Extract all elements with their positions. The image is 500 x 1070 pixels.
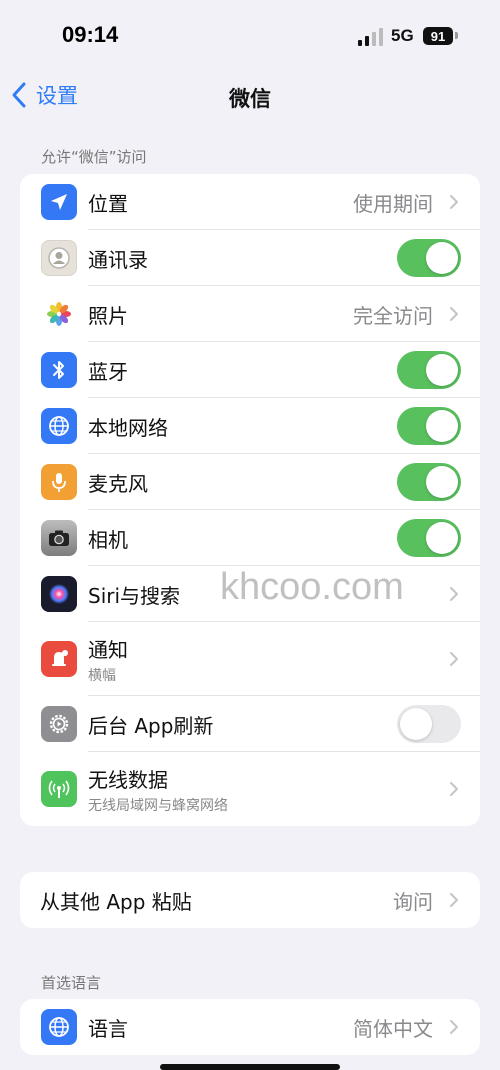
location-arrow-icon xyxy=(41,184,77,220)
photos-icon xyxy=(41,296,77,332)
page-title: 微信 xyxy=(229,87,271,111)
battery-level: 91 xyxy=(430,28,446,44)
row-value: 询问 xyxy=(393,889,433,914)
language-card: 语言 简体中文 xyxy=(20,999,480,1055)
chevron-right-icon xyxy=(450,652,458,666)
chevron-right-icon xyxy=(450,587,458,601)
row-microphone[interactable]: 麦克风 xyxy=(20,454,480,510)
section-header-access: 允许“微信”访问 xyxy=(41,148,147,166)
bluetooth-icon xyxy=(41,352,77,388)
watermark: khcoo.com xyxy=(220,566,404,608)
camera-toggle[interactable] xyxy=(397,519,461,557)
local-network-toggle[interactable] xyxy=(397,407,461,445)
row-label: 通讯录 xyxy=(88,247,148,272)
battery-indicator: 91 xyxy=(423,27,453,45)
status-time: 09:14 xyxy=(62,22,119,47)
row-value: 简体中文 xyxy=(353,1016,433,1041)
camera-icon xyxy=(41,520,77,556)
row-label: 通知 xyxy=(88,637,128,662)
notification-bell-icon xyxy=(41,641,77,677)
row-label: 蓝牙 xyxy=(88,359,128,384)
row-label: 相机 xyxy=(88,527,128,552)
bluetooth-toggle[interactable] xyxy=(397,351,461,389)
globe-icon xyxy=(41,408,77,444)
row-label: 位置 xyxy=(88,191,128,216)
row-label: 麦克风 xyxy=(88,471,148,496)
row-background-refresh[interactable]: 后台 App刷新 xyxy=(20,696,480,752)
row-wireless-data[interactable]: 无线数据 无线局域网与蜂窝网络 xyxy=(20,752,480,826)
row-local-network[interactable]: 本地网络 xyxy=(20,398,480,454)
microphone-toggle[interactable] xyxy=(397,463,461,501)
gear-icon xyxy=(41,706,77,742)
row-sublabel: 横幅 xyxy=(88,667,116,684)
row-label: 本地网络 xyxy=(88,415,168,440)
row-contacts[interactable]: 通讯录 xyxy=(20,230,480,286)
row-bluetooth[interactable]: 蓝牙 xyxy=(20,342,480,398)
row-label: 无线数据 xyxy=(88,767,168,792)
row-value: 使用期间 xyxy=(353,191,433,216)
row-photos[interactable]: 照片 完全访问 xyxy=(20,286,480,342)
contacts-toggle[interactable] xyxy=(397,239,461,277)
section-header-language: 首选语言 xyxy=(41,974,102,992)
row-camera[interactable]: 相机 xyxy=(20,510,480,566)
navigation-bar: 设置 微信 xyxy=(0,74,500,120)
siri-icon xyxy=(41,576,77,612)
chevron-right-icon xyxy=(450,893,458,907)
row-value: 完全访问 xyxy=(353,303,433,328)
row-notifications[interactable]: 通知 横幅 xyxy=(20,622,480,696)
row-label: Siri与搜索 xyxy=(88,583,181,608)
home-indicator[interactable] xyxy=(160,1064,340,1070)
status-bar: 09:14 5G 91 xyxy=(0,0,500,70)
row-paste-from-apps[interactable]: 从其他 App 粘贴 询问 xyxy=(20,872,480,928)
row-label: 照片 xyxy=(88,303,128,328)
permissions-card: 位置 使用期间 通讯录 照片 完全访问 蓝牙 本地网络 麦克风 相机 Siri与… xyxy=(20,174,480,826)
network-type: 5G xyxy=(391,26,414,45)
globe-icon xyxy=(41,1009,77,1045)
microphone-icon xyxy=(41,464,77,500)
chevron-right-icon xyxy=(450,307,458,321)
contacts-icon xyxy=(41,240,77,276)
antenna-icon xyxy=(41,771,77,807)
battery-tip xyxy=(455,32,458,39)
chevron-right-icon xyxy=(450,782,458,796)
chevron-right-icon xyxy=(450,195,458,209)
row-label: 从其他 App 粘贴 xyxy=(40,889,192,914)
background-refresh-toggle[interactable] xyxy=(397,705,461,743)
row-language[interactable]: 语言 简体中文 xyxy=(20,999,480,1055)
paste-card: 从其他 App 粘贴 询问 xyxy=(20,872,480,928)
chevron-right-icon xyxy=(450,1020,458,1034)
cellular-signal-icon xyxy=(358,28,383,46)
row-sublabel: 无线局域网与蜂窝网络 xyxy=(88,797,228,814)
row-label: 语言 xyxy=(88,1016,128,1041)
row-location[interactable]: 位置 使用期间 xyxy=(20,174,480,230)
row-label: 后台 App刷新 xyxy=(88,713,214,738)
